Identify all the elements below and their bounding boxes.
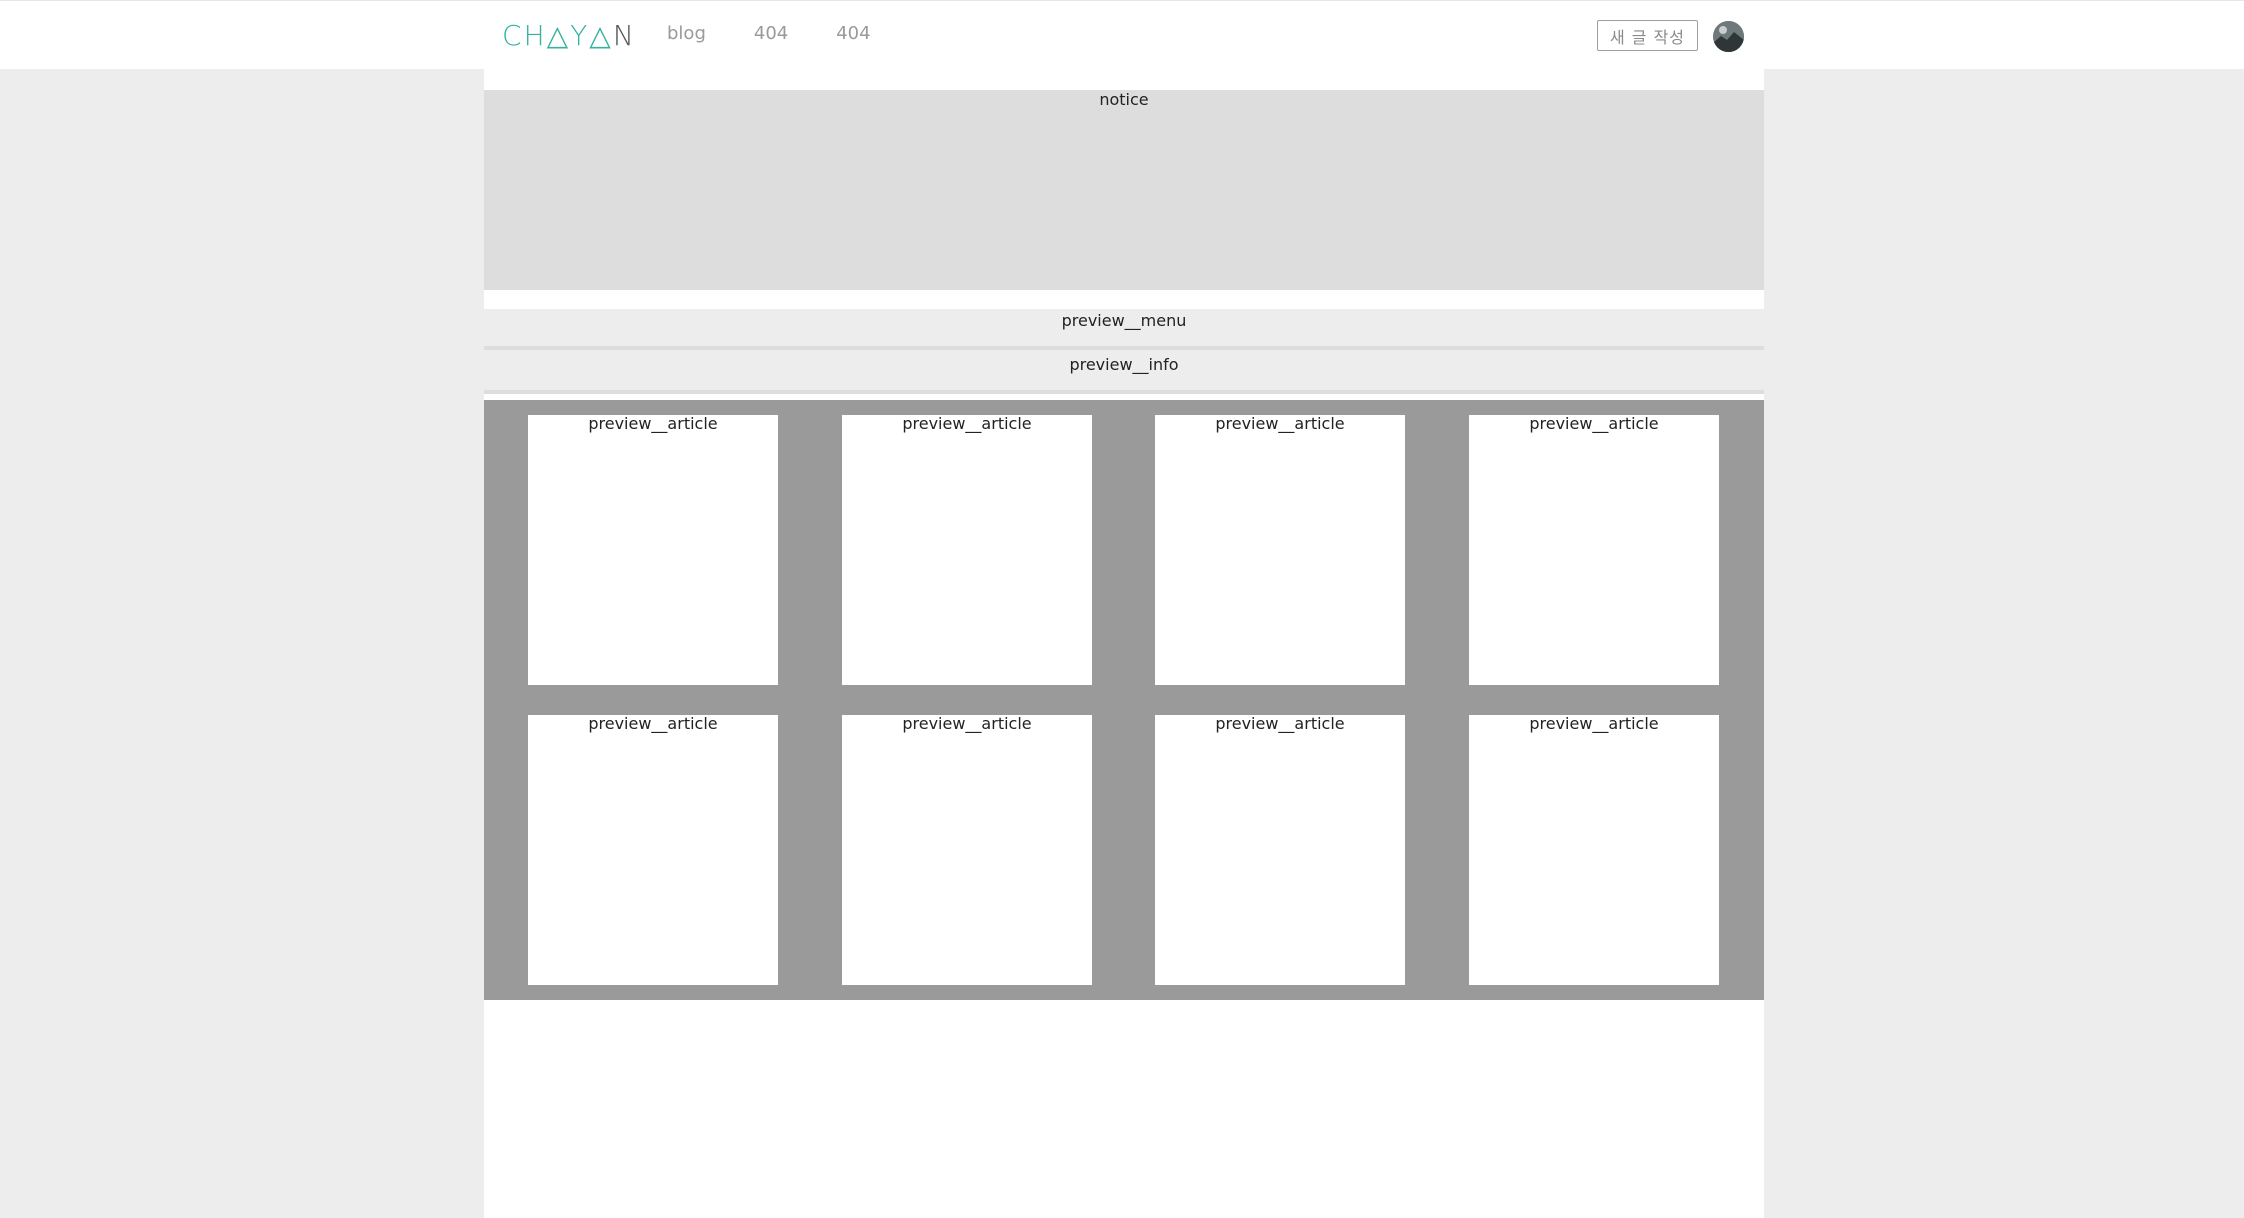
nav-link-404-second[interactable]: 404 [836, 23, 870, 44]
preview-info: preview__info [484, 350, 1764, 394]
nav-link-blog[interactable]: blog [667, 23, 706, 44]
nav-link-404-first[interactable]: 404 [754, 23, 788, 44]
user-avatar-icon [1713, 21, 1744, 52]
top-header: C H △ Y △ N blog 404 404 새 글 작성 [0, 0, 2244, 69]
preview-menu: preview__menu [484, 309, 1764, 350]
preview-article-card[interactable]: preview__article [528, 415, 778, 685]
preview-articles-grid: preview__article preview__article previe… [484, 400, 1764, 1000]
preview-article-card[interactable]: preview__article [842, 715, 1092, 985]
preview-article-card[interactable]: preview__article [1155, 715, 1405, 985]
preview-article-card[interactable]: preview__article [528, 715, 778, 985]
main-content: notice preview__menu preview__info previ… [484, 69, 1764, 1218]
notice-section: notice [484, 90, 1764, 290]
preview-article-card[interactable]: preview__article [1469, 715, 1719, 985]
main-nav: blog 404 404 [667, 23, 919, 44]
preview-article-card[interactable]: preview__article [842, 415, 1092, 685]
site-logo[interactable]: C H △ Y △ N [502, 15, 636, 55]
preview-article-card[interactable]: preview__article [1469, 415, 1719, 685]
write-new-post-button[interactable]: 새 글 작성 [1597, 20, 1698, 51]
preview-article-card[interactable]: preview__article [1155, 415, 1405, 685]
avatar[interactable] [1713, 21, 1744, 52]
